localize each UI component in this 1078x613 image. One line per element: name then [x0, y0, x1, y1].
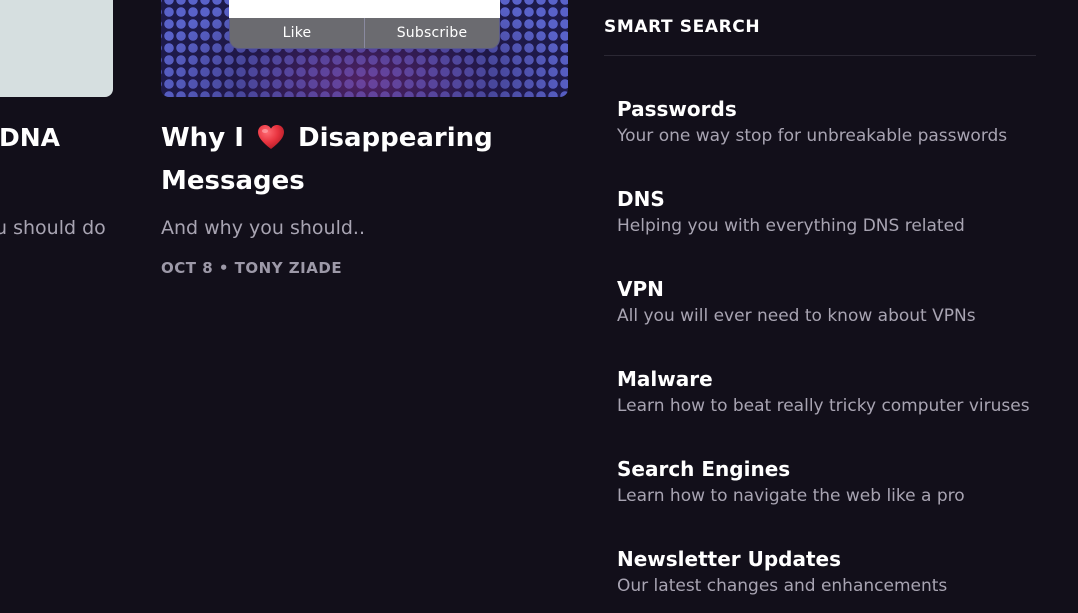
- sidebar-item-description: Learn how to beat really tricky computer…: [617, 396, 1030, 416]
- phone-button-bar: Like Subscribe: [229, 18, 500, 49]
- post-title[interactable]: Why I Disappearing Messages: [161, 117, 561, 203]
- sidebar-item-malware[interactable]: Malware Learn how to beat really tricky …: [617, 365, 1036, 419]
- sidebar-item-dns[interactable]: DNS Helping you with everything DNS rela…: [617, 185, 1036, 239]
- left-post-thumbnail[interactable]: [0, 0, 113, 97]
- sidebar-item-title: DNS: [617, 187, 665, 211]
- post-thumbnail[interactable]: Like Subscribe: [161, 0, 568, 97]
- sidebar-item-description: Helping you with everything DNS related: [617, 216, 965, 236]
- post-subtitle: And why you should..: [161, 217, 365, 239]
- sidebar-item-newsletter-updates[interactable]: Newsletter Updates Our latest changes an…: [617, 545, 1036, 599]
- sidebar-item-description: Your one way stop for unbreakable passwo…: [617, 126, 1008, 146]
- phone-mockup: Like Subscribe: [229, 0, 500, 50]
- left-post-title[interactable]: DNA: [0, 119, 60, 157]
- sidebar-item-title: Passwords: [617, 97, 737, 121]
- sidebar-item-passwords[interactable]: Passwords Your one way stop for unbreaka…: [617, 95, 1036, 149]
- sidebar-item-description: All you will ever need to know about VPN…: [617, 306, 976, 326]
- sidebar-item-description: Our latest changes and enhancements: [617, 576, 948, 596]
- sidebar-item-description: Learn how to navigate the web like a pro: [617, 486, 965, 506]
- sidebar-item-title: Newsletter Updates: [617, 547, 842, 571]
- sidebar-divider: [604, 55, 1036, 56]
- sidebar-heading: SMART SEARCH: [604, 17, 761, 37]
- post-title-start: Why I: [161, 123, 244, 153]
- post-meta: OCT 8 • TONY ZIADE: [161, 259, 343, 277]
- left-post-subtitle: u should do: [0, 217, 106, 239]
- sidebar-item-title: Search Engines: [617, 457, 791, 481]
- phone-screen: [229, 0, 500, 18]
- sidebar-item-title: VPN: [617, 277, 664, 301]
- sidebar-item-search-engines[interactable]: Search Engines Learn how to navigate the…: [617, 455, 1036, 509]
- like-button-graphic: Like: [282, 25, 312, 41]
- subscribe-button-graphic: Subscribe: [364, 18, 499, 48]
- sidebar-item-title: Malware: [617, 367, 713, 391]
- sidebar-item-vpn[interactable]: VPN All you will ever need to know about…: [617, 275, 1036, 329]
- heart-icon: [257, 125, 284, 149]
